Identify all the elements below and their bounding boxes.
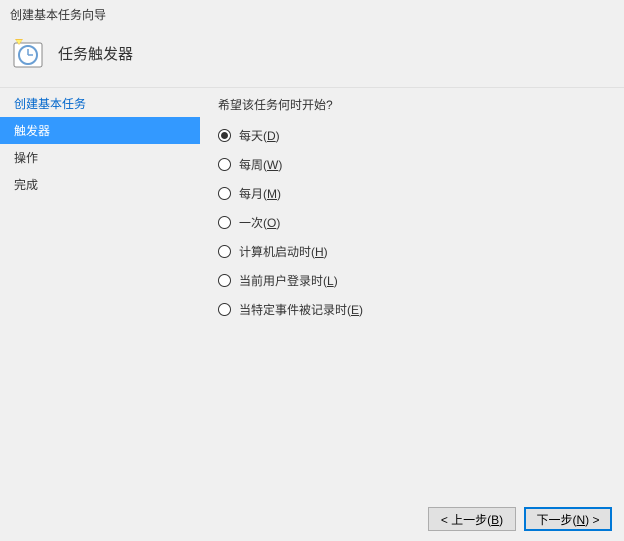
radio-label: 每周(W)	[239, 156, 282, 173]
radio-option-4[interactable]: 计算机启动时(H)	[218, 243, 606, 260]
button-bar: < 上一步(B) 下一步(N) >	[428, 507, 612, 531]
radio-indicator	[218, 245, 231, 258]
sidebar-item-1[interactable]: 触发器	[0, 117, 200, 144]
radio-label: 一次(O)	[239, 214, 280, 231]
radio-option-2[interactable]: 每月(M)	[218, 185, 606, 202]
sidebar: 创建基本任务触发器操作完成	[0, 88, 200, 338]
radio-indicator	[218, 158, 231, 171]
header-section: 任务触发器	[0, 29, 624, 87]
trigger-question: 希望该任务何时开始?	[218, 96, 606, 113]
radio-label: 每月(M)	[239, 185, 281, 202]
radio-indicator	[218, 216, 231, 229]
radio-label: 计算机启动时(H)	[239, 243, 328, 260]
sidebar-item-0[interactable]: 创建基本任务	[0, 90, 200, 117]
content-area: 希望该任务何时开始? 每天(D) 每周(W) 每月(M) 一次(O) 计算机启动时(H)…	[200, 88, 624, 338]
next-button[interactable]: 下一步(N) >	[524, 507, 612, 531]
sidebar-item-2[interactable]: 操作	[0, 144, 200, 171]
body-section: 创建基本任务触发器操作完成 希望该任务何时开始? 每天(D) 每周(W) 每月(M)…	[0, 87, 624, 338]
page-heading: 任务触发器	[58, 43, 133, 64]
radio-indicator	[218, 303, 231, 316]
trigger-options: 每天(D) 每周(W) 每月(M) 一次(O) 计算机启动时(H) 当前用户登录时(L) 当…	[218, 127, 606, 318]
back-button-label: < 上一步(B)	[441, 511, 503, 528]
radio-label: 当前用户登录时(L)	[239, 272, 338, 289]
back-button[interactable]: < 上一步(B)	[428, 507, 516, 531]
window-title: 创建基本任务向导	[0, 0, 624, 29]
radio-indicator	[218, 274, 231, 287]
radio-option-5[interactable]: 当前用户登录时(L)	[218, 272, 606, 289]
clock-icon	[12, 37, 44, 69]
radio-label: 当特定事件被记录时(E)	[239, 301, 363, 318]
next-button-label: 下一步(N) >	[536, 511, 599, 528]
radio-option-0[interactable]: 每天(D)	[218, 127, 606, 144]
radio-indicator	[218, 187, 231, 200]
radio-label: 每天(D)	[239, 127, 280, 144]
radio-option-1[interactable]: 每周(W)	[218, 156, 606, 173]
radio-option-6[interactable]: 当特定事件被记录时(E)	[218, 301, 606, 318]
sidebar-item-3[interactable]: 完成	[0, 171, 200, 198]
radio-option-3[interactable]: 一次(O)	[218, 214, 606, 231]
radio-indicator	[218, 129, 231, 142]
